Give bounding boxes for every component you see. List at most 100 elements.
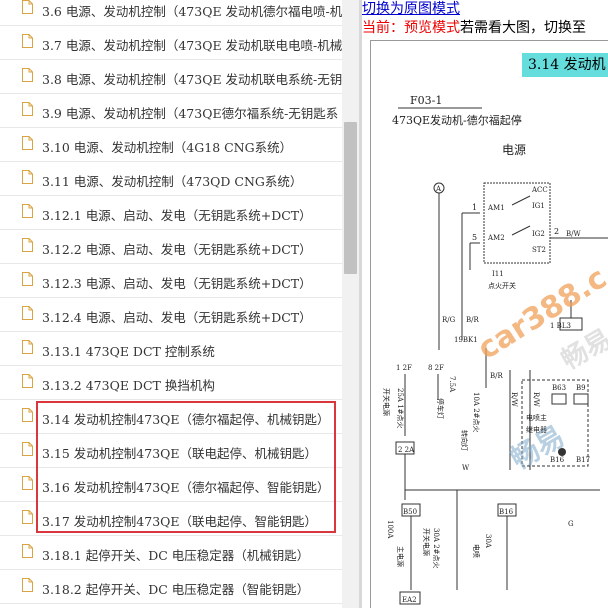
list-item[interactable]: 3.10 电源、发动机控制（4G18 CNG系统）: [0, 128, 342, 162]
list-item-label: 3.12.4 电源、启动、发电（无钥匙系统+DCT）: [42, 310, 312, 325]
pin-2: 2: [554, 227, 559, 236]
list-item[interactable]: 3.16 发动机控制473QE（德尔福起停、智能钥匙）: [0, 468, 342, 502]
fuse-4-label: 100A: [386, 520, 394, 539]
document-icon: [22, 306, 33, 320]
b16b-label: B16: [499, 508, 514, 516]
document-icon: [22, 170, 33, 184]
list-item-label: 3.11 电源、发动机控制（473QD CNG系统）: [42, 174, 303, 189]
document-icon: [22, 272, 33, 286]
list-item[interactable]: 3.9 电源、发动机控制（473QE德尔福系统-无钥匙系: [0, 94, 342, 128]
list-item[interactable]: 3.11 电源、发动机控制（473QD CNG系统）: [0, 162, 342, 196]
list-item[interactable]: 3.17 发动机控制473QE（联电起停、智能钥匙）: [0, 502, 342, 536]
list-item[interactable]: 3.15 发动机控制473QE（联电起停、机械钥匙）: [0, 434, 342, 468]
am2-label: AM2: [487, 234, 505, 242]
list-item-label: 3.15 发动机控制473QE（联电起停、机械钥匙）: [42, 446, 318, 461]
document-icon: [22, 102, 33, 116]
fuse-5-sub: 开关电源: [422, 528, 431, 556]
rw-label-2: R/W: [532, 392, 540, 408]
document-icon: [22, 68, 33, 82]
st2-label: ST2: [532, 246, 546, 254]
list-item[interactable]: 3.12.4 电源、启动、发电（无钥匙系统+DCT）: [0, 298, 342, 332]
switch-name: 点火开关: [488, 281, 516, 290]
b50-label: B50: [403, 508, 417, 516]
document-icon: [22, 136, 33, 150]
pin-5: 5: [472, 233, 477, 242]
list-item-label: 3.9 电源、发动机控制（473QE德尔福系统-无钥匙系: [42, 106, 339, 121]
list-item[interactable]: 3.12.3 电源、启动、发电（无钥匙系统+DCT）: [0, 264, 342, 298]
list-item[interactable]: 3.18.1 起停开关、DC 电压稳定器（机械钥匙）: [0, 536, 342, 570]
document-icon: [22, 578, 33, 592]
document-icon: [22, 544, 33, 558]
br-label-1: B/R: [466, 316, 480, 324]
list-item-label: 3.6 电源、发动机控制（473QE 发动机德尔福电喷-机: [42, 4, 342, 19]
list-item[interactable]: 3.7 电源、发动机控制（473QE 发动机联电电喷-机械: [0, 26, 342, 60]
list-item-label: 3.18.2 起停开关、DC 电压稳定器（智能钥匙）: [42, 582, 310, 597]
bw-label: B/W: [566, 230, 582, 238]
list-item-label: 3.16 发动机控制473QE（德尔福起停、智能钥匙）: [42, 480, 330, 495]
b9-label: B9: [576, 384, 586, 392]
document-icon: [22, 442, 33, 456]
fuse-3-sub: 转向灯: [460, 430, 469, 451]
fuse-3-label: 10A 2#点火: [472, 392, 480, 433]
g-label: G: [568, 520, 574, 528]
relay-label-1: 电喷主: [526, 413, 547, 422]
list-item[interactable]: 3.14 发动机控制473QE（德尔福起停、机械钥匙）: [0, 400, 342, 434]
a2-label: 2 2A: [398, 446, 415, 454]
list-item[interactable]: 3.12.2 电源、启动、发电（无钥匙系统+DCT）: [0, 230, 342, 264]
rg-label: R/G: [442, 316, 456, 324]
fuse-1-label: 25A 1#点火: [396, 388, 404, 429]
node-a-label: A: [435, 185, 442, 193]
list-item[interactable]: 3.13.1 473QE DCT 控制系统: [0, 332, 342, 366]
fuse-2-sub: 停车灯: [436, 398, 445, 419]
fuse-6-sub: 电喷: [472, 544, 481, 558]
watermark-brand-a: 畅易: [505, 419, 570, 476]
b17-label: B17: [576, 456, 590, 464]
diagram-code: F03-1: [410, 94, 442, 107]
document-icon: [22, 340, 33, 354]
list-item-label: 3.12.2 电源、启动、发电（无钥匙系统+DCT）: [42, 242, 312, 257]
list-item-label: 3.13.1 473QE DCT 控制系统: [42, 344, 215, 359]
list-item-label: 3.14 发动机控制473QE（德尔福起停、机械钥匙）: [42, 412, 330, 427]
document-icon: [22, 204, 33, 218]
list-item-label: 3.8 电源、发动机控制（473QE 发动机联电系统-无钥: [42, 72, 342, 87]
list-item-label: 3.12.3 电源、启动、发电（无钥匙系统+DCT）: [42, 276, 312, 291]
document-icon: [22, 408, 33, 422]
list-item[interactable]: 3.8 电源、发动机控制（473QE 发动机联电系统-无钥: [0, 60, 342, 94]
list-item-label: 3.18.1 起停开关、DC 电压稳定器（机械钥匙）: [42, 548, 310, 563]
switch-id: I11: [492, 270, 504, 278]
document-icon: [22, 476, 33, 490]
rw-label-1: R/W: [510, 392, 518, 408]
fuse-5-label: 30A 2#点火: [432, 528, 440, 569]
ea2-label: EA2: [402, 596, 417, 604]
scrollbar-track[interactable]: [342, 0, 359, 608]
document-icon: [22, 238, 33, 252]
list-item[interactable]: 3.6 电源、发动机控制（473QE 发动机德尔福电喷-机: [0, 0, 342, 26]
f2-8-label: 8 2F: [428, 364, 444, 372]
preview-pane: 切换为原图模式 当前：预览模式若需看大图，切换至 3.14 发动机 F03-1 …: [362, 0, 608, 608]
list-item-label: 3.17 发动机控制473QE（联电起停、智能钥匙）: [42, 514, 318, 529]
diagram-heading: 473QE发动机-德尔福起停: [392, 113, 522, 127]
scrollbar-thumb[interactable]: [344, 122, 357, 274]
fuse-2-label: 7.5A: [448, 376, 456, 393]
list-item-label: 3.10 电源、发动机控制（4G18 CNG系统）: [42, 140, 293, 155]
document-icon: [22, 510, 33, 524]
list-item[interactable]: 3.12.1 电源、启动、发电（无钥匙系统+DCT）: [0, 196, 342, 230]
f2-1-label: 1 2F: [396, 364, 412, 372]
w-label: W: [462, 464, 470, 472]
fuse-6-label: 30A: [484, 534, 492, 549]
list-item-label: 3.7 电源、发动机控制（473QE 发动机联电电喷-机械: [42, 38, 342, 53]
list-item[interactable]: 3.18.2 起停开关、DC 电压稳定器（智能钥匙）: [0, 570, 342, 604]
document-icon: [22, 0, 33, 14]
wiring-diagram: F03-1 473QE发动机-德尔福起停 电源 A 1 AM1 5 AM2 AC…: [382, 94, 608, 605]
list-item-label: 3.13.2 473QE DCT 换挡机构: [42, 378, 215, 393]
pin-1: 1: [472, 203, 477, 212]
document-icon: [22, 374, 33, 388]
document-icon: [22, 34, 33, 48]
list-item[interactable]: 3.13.2 473QE DCT 换挡机构: [0, 366, 342, 400]
b63-label: B63: [552, 384, 566, 392]
list-item-label: 3.12.1 电源、启动、发电（无钥匙系统+DCT）: [42, 208, 312, 223]
acc-label: ACC: [531, 186, 548, 194]
ig1-label: IG1: [532, 202, 545, 210]
am1-label: AM1: [487, 204, 505, 212]
fuse-1-sub: 开关电源: [382, 388, 391, 416]
